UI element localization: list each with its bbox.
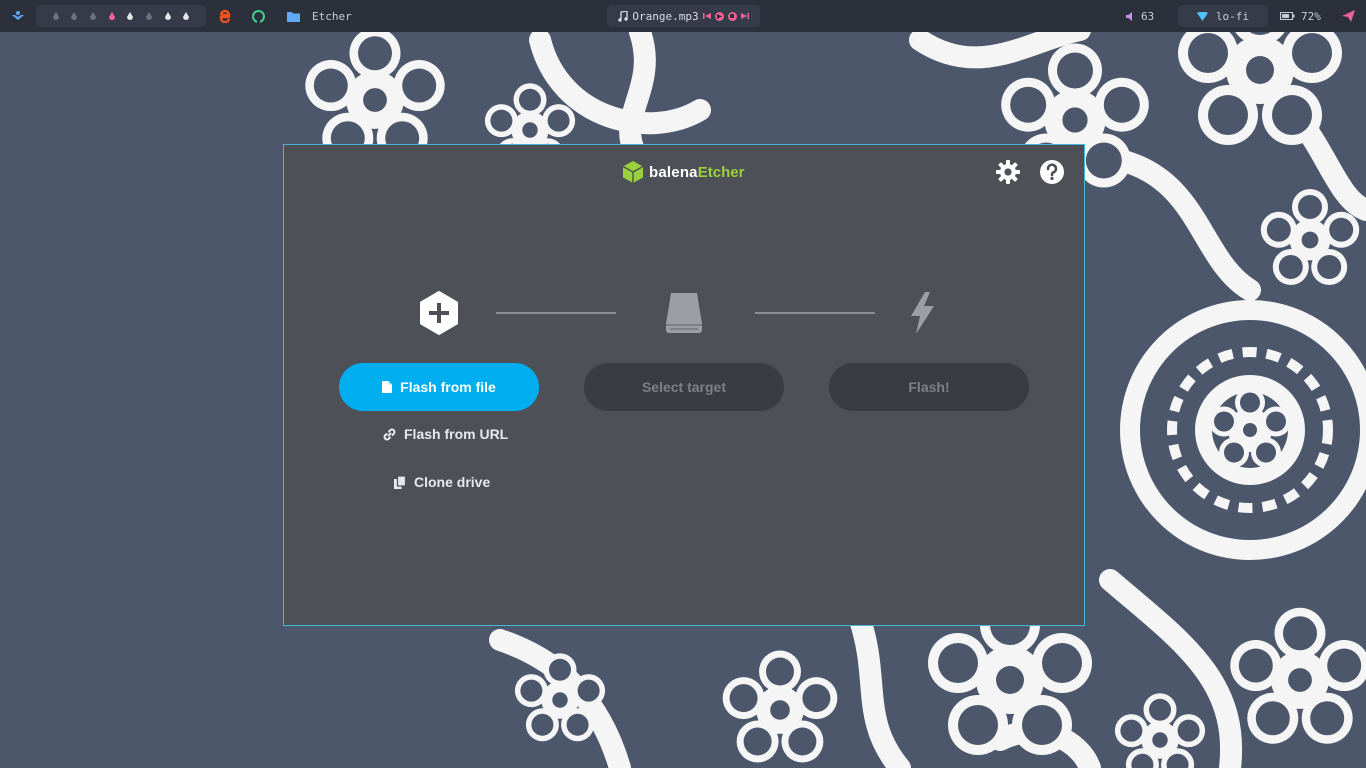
workspace-5-icon[interactable] xyxy=(127,12,134,20)
flash-from-url-label: Flash from URL xyxy=(404,426,509,442)
brand-balena: balena xyxy=(649,163,698,181)
drive-step-icon xyxy=(663,291,705,335)
etcher-cube-icon xyxy=(623,161,643,183)
workspace-8-icon[interactable] xyxy=(183,12,190,20)
clone-drive-label: Clone drive xyxy=(414,474,491,490)
battery-icon xyxy=(1280,12,1295,20)
play-icon xyxy=(716,13,722,19)
copy-icon xyxy=(394,475,406,489)
active-window-title: Etcher xyxy=(312,9,352,23)
workspace-1-icon[interactable] xyxy=(52,12,59,20)
workspace-7-icon[interactable] xyxy=(164,12,171,20)
link-icon xyxy=(383,428,396,440)
network-name: lo-fi xyxy=(1215,9,1250,23)
workspace-3-icon[interactable] xyxy=(89,12,96,20)
workspace-switcher xyxy=(36,5,206,27)
active-window: Etcher xyxy=(287,0,352,32)
help-question-icon[interactable] xyxy=(1039,159,1065,185)
top-panel: Etcher Orange.mp3 63 lo-fi 72% xyxy=(0,0,1366,32)
stop-button[interactable] xyxy=(727,11,737,21)
github-icon[interactable] xyxy=(252,0,265,32)
volume-icon xyxy=(1126,11,1132,21)
step-connector-1 xyxy=(496,312,616,314)
file-icon xyxy=(382,381,393,393)
flash-step-icon xyxy=(901,291,943,335)
clone-drive-link[interactable]: Clone drive xyxy=(394,474,490,490)
flash-from-file-button[interactable]: Flash from file xyxy=(339,363,539,411)
workspace-2-icon[interactable] xyxy=(71,12,78,20)
music-player: Orange.mp3 xyxy=(607,5,760,27)
flash-button[interactable]: Flash! xyxy=(829,363,1029,411)
volume-indicator[interactable]: 63 xyxy=(1126,0,1154,32)
send-icon[interactable] xyxy=(1342,0,1355,32)
play-button[interactable] xyxy=(714,11,724,21)
etcher-logo: balena Etcher xyxy=(623,161,744,183)
music-track: Orange.mp3 xyxy=(632,9,699,23)
folder-icon xyxy=(287,11,300,22)
select-target-button[interactable]: Select target xyxy=(584,363,784,411)
wifi-icon xyxy=(1196,11,1208,21)
battery-level: 72% xyxy=(1301,9,1321,23)
music-note-icon xyxy=(618,10,629,22)
step-connector-2 xyxy=(755,312,875,314)
select-image-step-icon xyxy=(418,291,460,335)
browser-icon[interactable] xyxy=(218,0,232,32)
workspace-4-active-icon[interactable] xyxy=(108,12,115,20)
previous-track-icon[interactable] xyxy=(702,12,711,20)
network-indicator[interactable]: lo-fi xyxy=(1178,5,1268,27)
flash-from-url-link[interactable]: Flash from URL xyxy=(383,426,508,442)
select-target-label: Select target xyxy=(641,379,727,395)
launcher-icon[interactable] xyxy=(11,0,25,32)
flash-label: Flash! xyxy=(908,379,950,395)
next-track-icon[interactable] xyxy=(740,12,749,20)
etcher-window: balena Etcher Flash from file Select tar… xyxy=(283,144,1085,626)
stop-icon xyxy=(730,14,735,18)
settings-gear-icon[interactable] xyxy=(995,159,1021,185)
flash-from-file-label: Flash from file xyxy=(400,379,496,395)
brand-etcher: Etcher xyxy=(697,163,745,181)
workspace-6-icon[interactable] xyxy=(145,12,152,20)
battery-indicator[interactable]: 72% xyxy=(1280,0,1321,32)
volume-level: 63 xyxy=(1141,9,1155,23)
